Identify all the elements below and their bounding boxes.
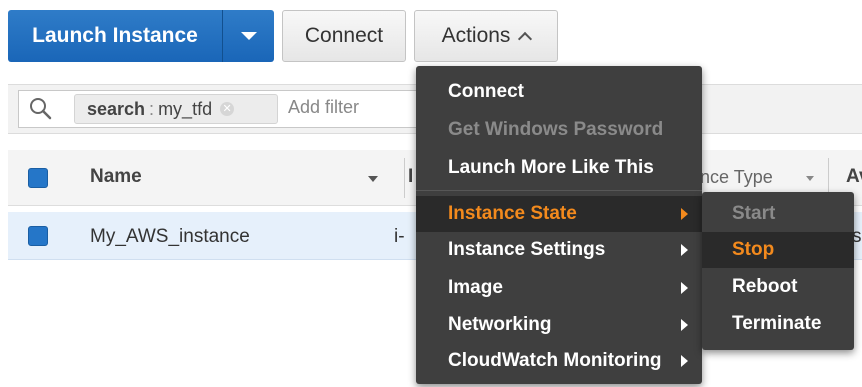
caret-down-icon — [240, 32, 257, 40]
row-checkbox[interactable] — [28, 226, 48, 246]
menu-item-get-windows-password: Get Windows Password — [416, 112, 702, 148]
instance-state-submenu: Start Stop Reboot Terminate — [702, 192, 854, 350]
launch-instance-dropdown-button[interactable] — [223, 10, 274, 62]
submenu-item-terminate[interactable]: Terminate — [702, 306, 854, 342]
menu-item-label: Networking — [448, 314, 552, 335]
menu-item-label: CloudWatch Monitoring — [448, 350, 662, 371]
add-filter-placeholder[interactable]: Add filter — [288, 97, 359, 118]
submenu-item-reboot[interactable]: Reboot — [702, 269, 854, 305]
menu-item-label: Get Windows Password — [448, 119, 664, 140]
menu-item-connect[interactable]: Connect — [416, 74, 702, 110]
connect-button[interactable]: Connect — [282, 10, 406, 62]
submenu-item-label: Reboot — [732, 276, 798, 297]
menu-divider — [416, 190, 702, 191]
filter-token-separator: : — [149, 98, 155, 119]
menu-item-networking[interactable]: Networking — [416, 307, 702, 343]
submenu-arrow-icon — [681, 355, 688, 367]
menu-item-launch-more-like-this[interactable]: Launch More Like This — [416, 150, 702, 186]
menu-item-label: Image — [448, 277, 503, 298]
submenu-arrow-icon — [681, 319, 688, 331]
menu-item-label: Instance State — [448, 203, 577, 224]
actions-menu: Connect Get Windows Password Launch More… — [416, 66, 702, 384]
filter-token[interactable]: search : my_tfd ✕ — [74, 94, 278, 124]
sort-caret-icon[interactable] — [368, 176, 378, 182]
actions-button[interactable]: Actions — [414, 10, 558, 62]
filter-token-key: search — [87, 98, 146, 119]
submenu-item-label: Stop — [732, 239, 775, 260]
submenu-arrow-icon — [681, 208, 688, 220]
select-all-checkbox[interactable] — [28, 168, 48, 188]
filter-token-value: my_tfd — [158, 98, 213, 119]
submenu-arrow-icon — [681, 244, 688, 256]
menu-item-image[interactable]: Image — [416, 270, 702, 306]
menu-item-label: Instance Settings — [448, 239, 606, 260]
column-divider — [404, 158, 405, 198]
column-header-availability-zone[interactable]: Av — [846, 166, 862, 188]
actions-button-label: Actions — [441, 24, 511, 47]
menu-item-cloudwatch-monitoring[interactable]: CloudWatch Monitoring — [416, 343, 702, 379]
submenu-item-start: Start — [702, 196, 854, 232]
search-icon — [30, 98, 52, 120]
submenu-item-stop[interactable]: Stop — [702, 232, 854, 268]
column-header-instance-type[interactable]: nce Type — [700, 167, 773, 188]
chevron-up-icon — [518, 31, 533, 47]
row-name-cell: My_AWS_instance — [90, 226, 250, 247]
column-header-name[interactable]: Name — [90, 166, 142, 188]
submenu-item-label: Start — [732, 203, 776, 224]
menu-item-label: Connect — [448, 81, 524, 102]
menu-item-instance-state[interactable]: Instance State — [416, 196, 702, 232]
launch-instance-button[interactable]: Launch Instance — [8, 10, 223, 62]
row-instance-id-cell: i- — [394, 226, 405, 247]
launch-instance-split-button: Launch Instance — [8, 10, 274, 62]
menu-item-instance-settings[interactable]: Instance Settings — [416, 232, 702, 268]
submenu-item-label: Terminate — [732, 313, 822, 334]
submenu-arrow-icon — [681, 282, 688, 294]
remove-filter-icon[interactable]: ✕ — [220, 102, 235, 116]
column-header-instance-id[interactable]: I — [408, 166, 413, 188]
menu-item-label: Launch More Like This — [448, 157, 654, 178]
sort-caret-icon[interactable] — [806, 176, 814, 181]
